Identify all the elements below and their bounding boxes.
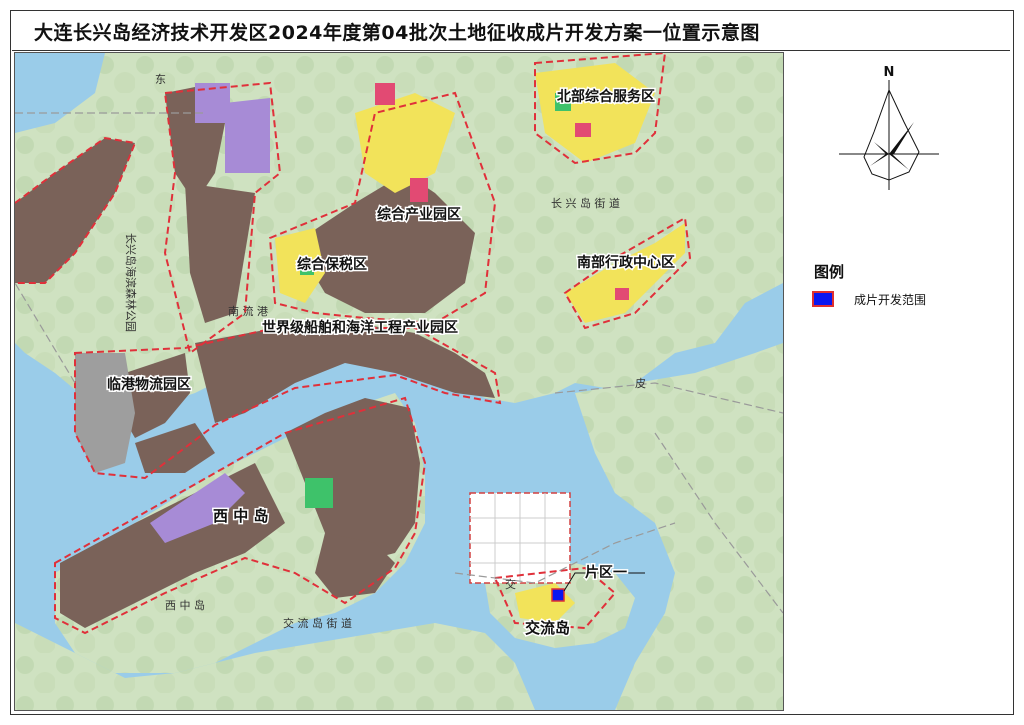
- parcel-one-marker[interactable]: [551, 588, 565, 602]
- legend-title: 图例: [814, 263, 845, 281]
- label-north-service: 北部综合服务区: [557, 88, 655, 105]
- label-bonded-zone: 综合保税区: [297, 256, 367, 273]
- label-shipbuilding: 世界级船舶和海洋工程产业园区: [262, 319, 458, 336]
- label-xizhong-island: 西 中 岛: [213, 507, 268, 525]
- label-jiao: 交: [505, 577, 516, 591]
- label-industrial-park: 综合产业园区: [377, 206, 461, 223]
- north-arrow-icon: N: [839, 65, 939, 190]
- north-label: N: [884, 65, 895, 80]
- label-logistics: 临港物流园区: [107, 376, 191, 393]
- side-panel: N 图例 成片开发范围: [784, 52, 1010, 709]
- label-pi: 皮: [635, 377, 646, 390]
- legend-label-parcel: 成片开发范围: [854, 293, 927, 307]
- reclamation-grid: [469, 492, 571, 584]
- label-south-admin: 南部行政中心区: [577, 254, 675, 271]
- legend-swatch-parcel: [812, 291, 834, 307]
- map-title: 大连长兴岛经济技术开发区2024年度第04批次土地征收成片开发方案一位置示意图: [34, 21, 760, 44]
- title-bar: 大连长兴岛经济技术开发区2024年度第04批次土地征收成片开发方案一位置示意图: [12, 12, 1010, 51]
- label-parcel-one: 片区一: [585, 564, 627, 581]
- location-map[interactable]: 北部综合服务区 综合产业园区 综合保税区 南部行政中心区 世界级船舶和海洋工程产…: [14, 52, 784, 711]
- label-dong: 东: [155, 73, 166, 86]
- label-forest-park: 长兴岛海滨森林公园: [124, 233, 138, 332]
- label-jiaoliu-street: 交 流 岛 街 道: [283, 616, 352, 630]
- label-changxing-street: 长 兴 岛 街 道: [551, 196, 620, 210]
- label-jiaoliu-island: 交流岛: [525, 619, 570, 637]
- label-xizhong-small: 西 中 岛: [165, 598, 205, 612]
- label-nanliu-port: 南 流 港: [228, 304, 268, 318]
